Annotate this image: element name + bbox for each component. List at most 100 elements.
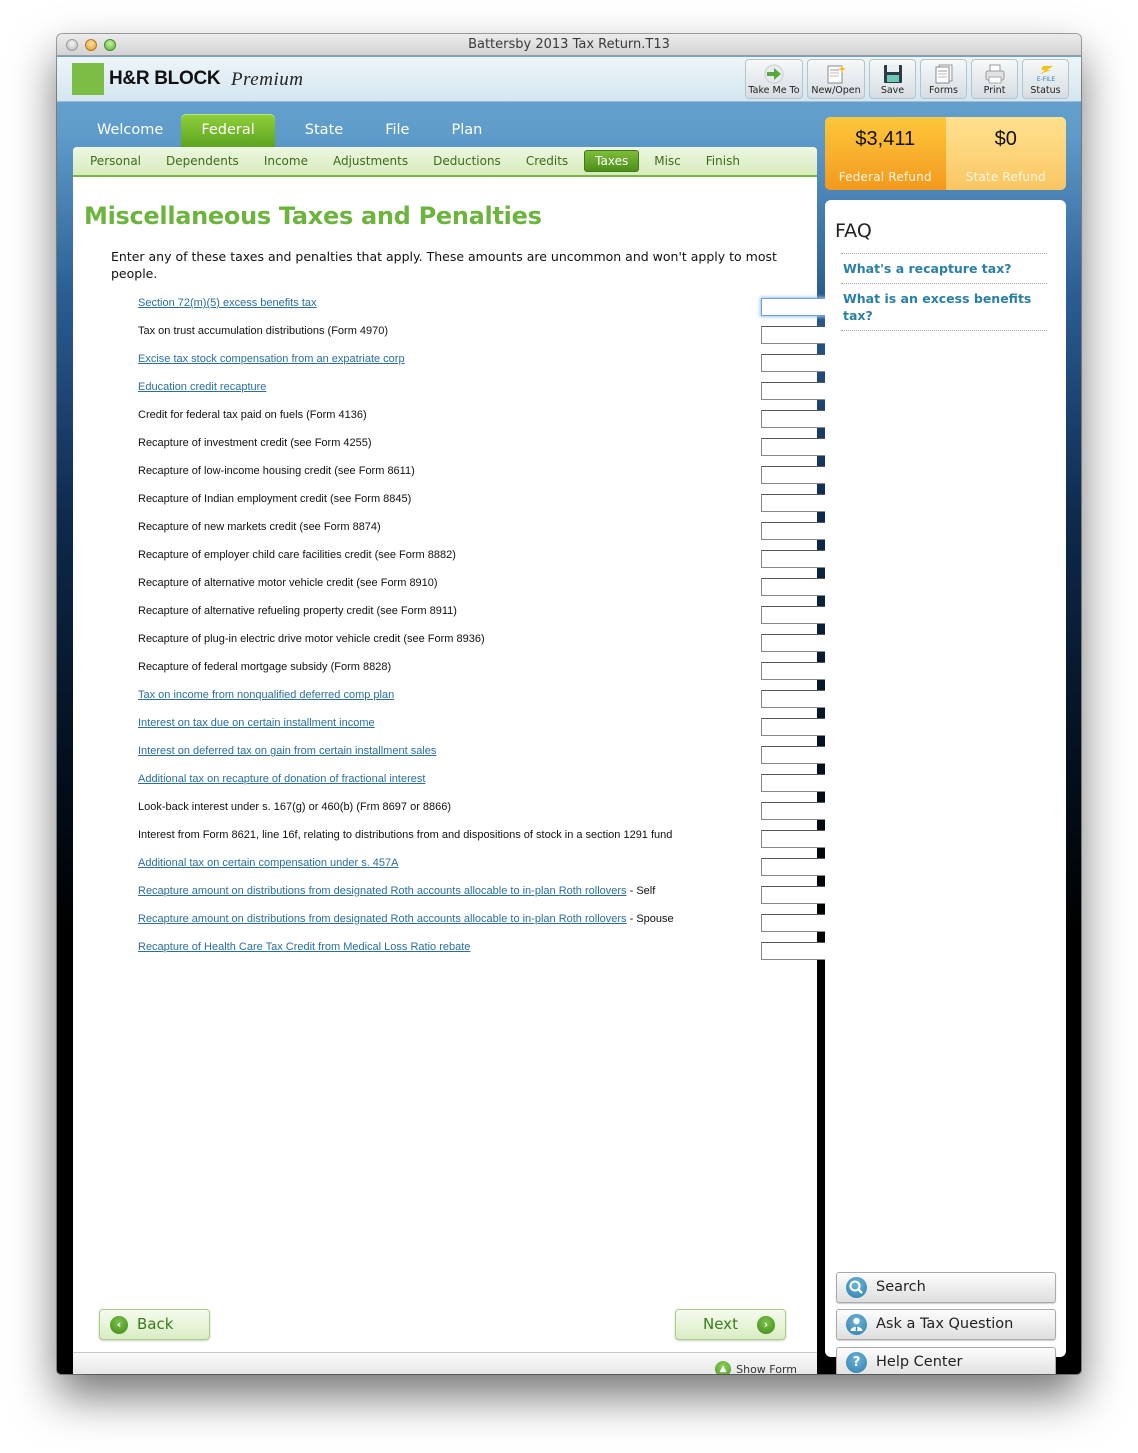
state-refund-label: State Refund: [965, 170, 1046, 184]
toolbar: Take Me To New/Open Save Forms Print E-F…: [745, 59, 1069, 99]
search-icon: [846, 1277, 867, 1298]
close-window-button[interactable]: [66, 39, 78, 51]
tax-entry-row: Additional tax on certain compensation u…: [138, 854, 842, 882]
minimize-window-button[interactable]: [85, 39, 97, 51]
tab-plan[interactable]: Plan: [427, 114, 500, 147]
subtab-taxes[interactable]: Taxes: [584, 150, 640, 172]
subtab-deductions[interactable]: Deductions: [424, 151, 511, 171]
tax-entry-row: Tax on income from nonqualified deferred…: [138, 686, 842, 714]
app-header: H&R BLOCK Premium Take Me To New/Open Sa…: [57, 57, 1081, 102]
print-label: Print: [983, 85, 1006, 96]
tax-entry-help-link[interactable]: Recapture of Health Care Tax Credit from…: [138, 941, 470, 953]
tax-entry-help-link[interactable]: Education credit recapture: [138, 381, 266, 393]
person-icon: [846, 1314, 867, 1335]
subtab-personal[interactable]: Personal: [81, 151, 151, 171]
new-open-button[interactable]: New/Open: [807, 59, 865, 99]
tax-entry-help-link[interactable]: Interest on tax due on certain installme…: [138, 717, 375, 729]
ask-tax-question-button[interactable]: Ask a Tax Question: [836, 1309, 1056, 1340]
tax-entry-row: Recapture amount on distributions from d…: [138, 910, 842, 938]
tax-entry-help-link[interactable]: Additional tax on recapture of donation …: [138, 773, 425, 785]
intro-text: Enter any of these taxes and penalties t…: [111, 249, 777, 281]
new-document-icon: [827, 65, 846, 84]
tax-entry-label: Recapture of Health Care Tax Credit from…: [138, 941, 470, 953]
take-me-to-label: Take Me To: [748, 85, 800, 96]
tax-entry-text: Credit for federal tax paid on fuels (Fo…: [138, 409, 367, 421]
federal-refund-label: Federal Refund: [838, 170, 932, 184]
tax-entry-help-link[interactable]: Section 72(m)(5) excess benefits tax: [138, 297, 317, 309]
zoom-window-button[interactable]: [104, 39, 116, 51]
efile-status-button[interactable]: E-FILE Status: [1022, 59, 1069, 99]
tax-entry-help-link[interactable]: Recapture amount on distributions from d…: [138, 885, 627, 897]
tab-welcome[interactable]: Welcome: [73, 114, 181, 147]
forms-icon: [935, 64, 952, 84]
tax-entry-label: Recapture of low-income housing credit (…: [138, 465, 415, 477]
tax-entry-row: Recapture of employer child care facilit…: [138, 546, 842, 574]
question-icon: ?: [846, 1352, 867, 1373]
help-center-button[interactable]: ? Help Center: [836, 1347, 1056, 1374]
subtab-finish[interactable]: Finish: [697, 151, 750, 171]
tax-entry-label: Recapture of federal mortgage subsidy (F…: [138, 661, 391, 673]
tax-entry-help-link[interactable]: Tax on income from nonqualified deferred…: [138, 689, 394, 701]
tax-entry-row: Recapture of new markets credit (see For…: [138, 518, 842, 546]
tab-file[interactable]: File: [361, 114, 427, 147]
brand-edition: Premium: [231, 69, 304, 90]
next-button[interactable]: Next ›: [675, 1309, 786, 1340]
tax-entry-label: Tax on income from nonqualified deferred…: [138, 689, 394, 701]
subtab-income[interactable]: Income: [255, 151, 318, 171]
printer-icon: [985, 64, 1004, 84]
tab-federal[interactable]: Federal: [181, 114, 275, 147]
print-button[interactable]: Print: [971, 59, 1018, 99]
faq-list: What's a recapture tax? What is an exces…: [841, 253, 1047, 331]
state-refund[interactable]: $0 State Refund: [945, 117, 1066, 190]
subtab-misc[interactable]: Misc: [645, 151, 691, 171]
tab-state[interactable]: State: [281, 114, 361, 147]
take-me-to-button[interactable]: Take Me To: [745, 59, 803, 99]
search-button[interactable]: Search: [836, 1272, 1056, 1303]
eject-up-icon: ▲: [715, 1361, 732, 1374]
subtab-adjustments[interactable]: Adjustments: [324, 151, 418, 171]
tax-entry-label: Section 72(m)(5) excess benefits tax: [138, 297, 317, 309]
next-label: Next: [703, 1315, 738, 1333]
refund-meter: $3,411 Federal Refund $0 State Refund: [825, 117, 1066, 190]
tax-entry-label: Recapture of new markets credit (see For…: [138, 521, 381, 533]
tax-entry-label: Credit for federal tax paid on fuels (Fo…: [138, 409, 367, 421]
subtab-credits[interactable]: Credits: [517, 151, 578, 171]
tax-entry-suffix: - Self: [626, 885, 656, 897]
tax-entry-row: Recapture of Health Care Tax Credit from…: [138, 938, 842, 966]
faq-item[interactable]: What is an excess benefits tax?: [841, 284, 1047, 331]
forms-button[interactable]: Forms: [920, 59, 967, 99]
tax-entry-help-link[interactable]: Recapture amount on distributions from d…: [138, 913, 627, 925]
show-form-button[interactable]: ▲ Show Form: [715, 1361, 797, 1374]
tax-entry-row: Tax on trust accumulation distributions …: [138, 322, 842, 350]
federal-refund[interactable]: $3,411 Federal Refund: [825, 117, 946, 190]
state-refund-amount: $0: [994, 128, 1017, 150]
faq-item[interactable]: What's a recapture tax?: [841, 254, 1047, 284]
tax-entry-help-link[interactable]: Interest on deferred tax on gain from ce…: [138, 745, 436, 757]
show-form-label: Show Form: [736, 1362, 797, 1375]
tax-entry-row: Recapture of alternative refueling prope…: [138, 602, 842, 630]
tax-entry-label: Recapture amount on distributions from d…: [138, 885, 655, 897]
tax-entry-row: Recapture amount on distributions from d…: [138, 882, 842, 910]
tax-entry-help-link[interactable]: Additional tax on certain compensation u…: [138, 857, 399, 869]
tax-entry-text: Recapture of Indian employment credit (s…: [138, 493, 412, 505]
tax-entry-label: Recapture of plug-in electric drive moto…: [138, 633, 485, 645]
tax-entry-text: Recapture of low-income housing credit (…: [138, 465, 415, 477]
back-button[interactable]: ‹ Back: [99, 1309, 210, 1340]
faq-title: FAQ: [835, 220, 872, 242]
tax-entry-row: Additional tax on recapture of donation …: [138, 770, 842, 798]
page-title: Miscellaneous Taxes and Penalties: [84, 202, 542, 230]
tax-entry-text: Recapture of federal mortgage subsidy (F…: [138, 661, 392, 673]
svg-text:E-FILE: E-FILE: [1036, 76, 1055, 83]
tax-entry-label: Recapture of alternative refueling prope…: [138, 605, 457, 617]
tax-entry-label: Additional tax on certain compensation u…: [138, 857, 399, 869]
subtab-dependents[interactable]: Dependents: [157, 151, 249, 171]
tax-entry-row: Interest on deferred tax on gain from ce…: [138, 742, 842, 770]
tax-entry-label: Recapture amount on distributions from d…: [138, 913, 674, 925]
save-button[interactable]: Save: [869, 59, 916, 99]
tax-entry-row: Excise tax stock compensation from an ex…: [138, 350, 842, 378]
tax-entry-text: Recapture of alternative motor vehicle c…: [138, 577, 438, 589]
tax-entry-label: Interest from Form 8621, line 16f, relat…: [138, 829, 672, 841]
side-panel: FAQ What's a recapture tax? What is an e…: [825, 200, 1066, 1374]
tax-entry-help-link[interactable]: Excise tax stock compensation from an ex…: [138, 353, 405, 365]
tax-entry-label: Tax on trust accumulation distributions …: [138, 325, 388, 337]
